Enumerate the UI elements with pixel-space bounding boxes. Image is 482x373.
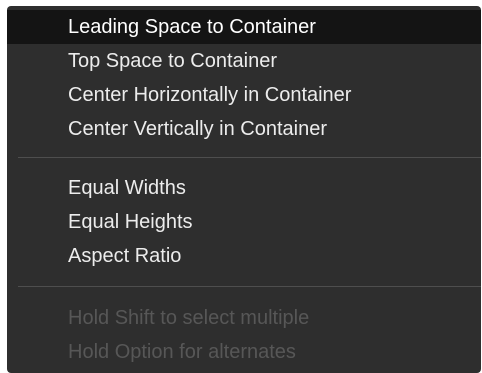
menu-item-leading-space-to-container[interactable]: Leading Space to Container (7, 10, 481, 44)
menu-item-center-vertically-in-container[interactable]: Center Vertically in Container (7, 112, 481, 146)
menu-hint-hold-shift: Hold Shift to select multiple (68, 307, 310, 329)
menu-item-top-space-to-container[interactable]: Top Space to Container (7, 44, 481, 78)
menu-separator (18, 157, 481, 158)
menu-separator (18, 286, 481, 287)
menu-item-equal-heights[interactable]: Equal Heights (7, 205, 481, 239)
constraints-popup-menu: Leading Space to Container Top Space to … (7, 6, 481, 373)
menu-item-equal-widths[interactable]: Equal Widths (7, 171, 481, 205)
menu-hint-hold-option: Hold Option for alternates (68, 341, 296, 363)
menu-item-aspect-ratio[interactable]: Aspect Ratio (7, 239, 481, 273)
menu-item-center-horizontally-in-container[interactable]: Center Horizontally in Container (7, 78, 481, 112)
